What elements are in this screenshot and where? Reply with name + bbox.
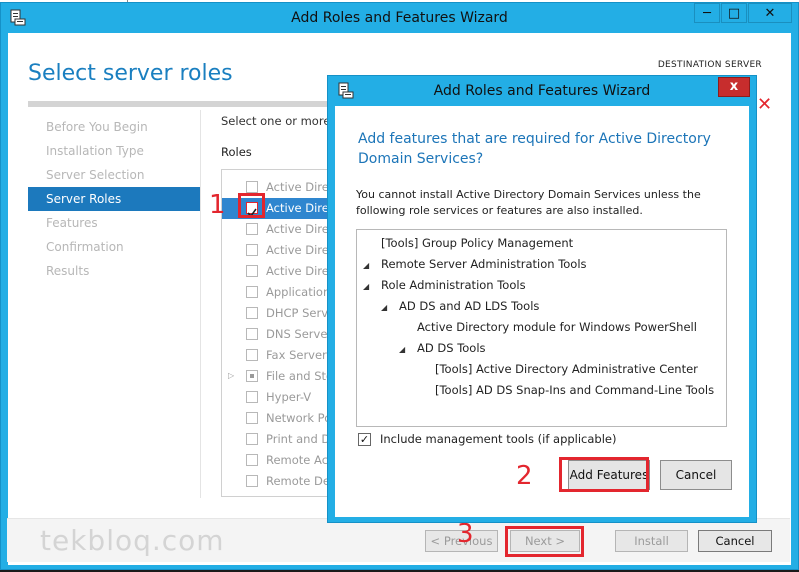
close-button[interactable]: ✕ bbox=[748, 3, 792, 23]
red-x-mark: ✕ bbox=[757, 94, 773, 115]
role-label: Hyper-V bbox=[266, 390, 312, 404]
role-label: DNS Server bbox=[266, 327, 333, 341]
nav-item-installation-type[interactable]: Installation Type bbox=[28, 139, 200, 163]
wizard-nav: Before You Begin Installation Type Serve… bbox=[28, 115, 200, 283]
annotation-number-3: 3 bbox=[457, 519, 474, 549]
tree-item: [Tools] AD DS Snap-Ins and Command-Line … bbox=[435, 383, 715, 397]
role-checkbox[interactable] bbox=[246, 475, 258, 487]
role-row[interactable]: Active Direc bbox=[222, 219, 340, 240]
minimize-button[interactable]: ─ bbox=[694, 3, 720, 23]
main-title-bar[interactable]: Add Roles and Features Wizard ─ □ ✕ bbox=[1, 3, 798, 33]
close-icon: ✕ bbox=[764, 5, 776, 21]
required-features-dialog: Add Roles and Features Wizard x Add feat… bbox=[327, 75, 757, 523]
maximize-button[interactable]: □ bbox=[721, 3, 747, 23]
role-row[interactable]: Remote Des bbox=[222, 471, 340, 492]
tree-item: [Tools] Group Policy Management bbox=[381, 236, 574, 250]
include-tools-checkbox[interactable]: ✓ bbox=[358, 433, 371, 446]
roles-heading: Roles bbox=[221, 145, 252, 159]
annotation-box-add-features bbox=[559, 457, 649, 492]
role-checkbox[interactable] bbox=[246, 244, 258, 256]
heading-divider bbox=[28, 101, 328, 107]
tree-item: [Tools] Active Directory Administrative … bbox=[435, 362, 698, 376]
tree-expand-icon[interactable]: ◢ bbox=[363, 261, 369, 270]
dialog-content: Add features that are required for Activ… bbox=[335, 106, 749, 517]
role-row[interactable]: Hyper-V bbox=[222, 387, 340, 408]
nav-item-results[interactable]: Results bbox=[28, 259, 200, 283]
role-label: Active Direc bbox=[266, 201, 336, 215]
role-label: Active Direc bbox=[266, 222, 336, 236]
role-label: Active Direc bbox=[266, 243, 336, 257]
role-checkbox[interactable] bbox=[246, 307, 258, 319]
role-row[interactable]: Application bbox=[222, 282, 340, 303]
nav-item-server-selection[interactable]: Server Selection bbox=[28, 163, 200, 187]
annotation-number-2: 2 bbox=[516, 461, 533, 491]
role-row[interactable]: DNS Server bbox=[222, 324, 340, 345]
nav-item-server-roles[interactable]: Server Roles bbox=[28, 187, 200, 211]
page-title: Select server roles bbox=[28, 61, 233, 86]
dialog-close-button[interactable]: x bbox=[718, 77, 750, 97]
role-checkbox[interactable] bbox=[246, 433, 258, 445]
role-row[interactable]: Print and Do bbox=[222, 429, 340, 450]
dialog-cancel-button[interactable]: Cancel bbox=[660, 460, 732, 490]
annotation-box-next bbox=[505, 526, 584, 557]
role-row[interactable]: Fax Server bbox=[222, 345, 340, 366]
main-window-title: Add Roles and Features Wizard bbox=[291, 10, 508, 26]
tree-item: Role Administration Tools bbox=[381, 278, 526, 292]
role-label: Active Direc bbox=[266, 180, 336, 194]
role-row[interactable]: Network Po bbox=[222, 408, 340, 429]
include-tools-label: Include management tools (if applicable) bbox=[380, 432, 617, 446]
role-checkbox[interactable] bbox=[246, 454, 258, 466]
role-checkbox[interactable] bbox=[246, 265, 258, 277]
role-checkbox[interactable] bbox=[246, 223, 258, 235]
minimize-icon: ─ bbox=[703, 5, 711, 21]
role-label: DHCP Serve bbox=[266, 306, 336, 320]
tree-item: Remote Server Administration Tools bbox=[381, 257, 587, 271]
role-label: Fax Server bbox=[266, 348, 327, 362]
nav-item-before-you-begin[interactable]: Before You Begin bbox=[28, 115, 200, 139]
dialog-heading: Add features that are required for Activ… bbox=[358, 131, 711, 167]
role-checkbox[interactable] bbox=[246, 349, 258, 361]
destination-server-label: DESTINATION SERVER bbox=[657, 60, 762, 70]
role-label: Network Po bbox=[266, 411, 332, 425]
role-label: Active Direc bbox=[266, 264, 336, 278]
role-checkbox[interactable] bbox=[246, 391, 258, 403]
watermark-text: tekbloq.com bbox=[40, 524, 225, 557]
dialog-description: You cannot install Active Directory Doma… bbox=[356, 188, 701, 217]
tree-item: AD DS Tools bbox=[417, 341, 486, 355]
maximize-icon: □ bbox=[727, 5, 741, 21]
role-checkbox[interactable] bbox=[246, 412, 258, 424]
role-label: Remote Acc bbox=[266, 453, 335, 467]
tree-item: AD DS and AD LDS Tools bbox=[399, 299, 540, 313]
role-row[interactable]: ▷ File and Sto bbox=[222, 366, 340, 387]
annotation-number-1: 1 bbox=[209, 190, 226, 220]
role-row[interactable]: Active Direc bbox=[222, 240, 340, 261]
nav-item-features[interactable]: Features bbox=[28, 211, 200, 235]
required-features-tree[interactable]: [Tools] Group Policy Management ◢ Remote S… bbox=[356, 229, 727, 427]
nav-divider bbox=[200, 110, 201, 498]
roles-intro-text: Select one or more r bbox=[221, 114, 339, 128]
dialog-title: Add Roles and Features Wizard bbox=[433, 83, 651, 99]
role-checkbox[interactable] bbox=[246, 328, 258, 340]
role-checkbox[interactable] bbox=[246, 370, 258, 382]
role-label: Remote Des bbox=[266, 474, 336, 488]
role-checkbox[interactable] bbox=[246, 286, 258, 298]
close-icon: x bbox=[729, 79, 739, 94]
install-button[interactable]: Install bbox=[615, 530, 688, 552]
tree-expand-icon[interactable]: ◢ bbox=[399, 345, 405, 354]
window-controls: ─ □ ✕ bbox=[693, 3, 792, 23]
nav-item-confirmation[interactable]: Confirmation bbox=[28, 235, 200, 259]
role-row[interactable]: DHCP Serve bbox=[222, 303, 340, 324]
roles-list[interactable]: Active Direc Active Direc Active Direc Acti… bbox=[221, 169, 341, 497]
tree-expand-icon[interactable]: ◢ bbox=[363, 282, 369, 291]
cancel-button[interactable]: Cancel bbox=[698, 530, 772, 552]
role-row[interactable]: Remote Acc bbox=[222, 450, 340, 471]
annotation-box-checkbox bbox=[238, 193, 265, 218]
tree-item: Active Directory module for Windows Powe… bbox=[417, 320, 697, 334]
role-checkbox[interactable] bbox=[246, 181, 258, 193]
role-row[interactable]: Active Direc bbox=[222, 261, 340, 282]
role-label: Application bbox=[266, 285, 331, 299]
role-label: File and Sto bbox=[266, 369, 334, 383]
expand-arrow-icon[interactable]: ▷ bbox=[228, 371, 234, 380]
tree-expand-icon[interactable]: ◢ bbox=[381, 303, 387, 312]
